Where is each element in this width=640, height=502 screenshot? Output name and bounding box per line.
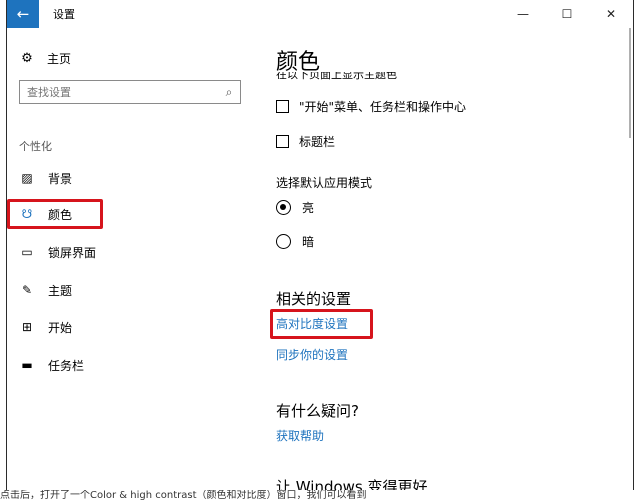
sidebar-item-label: 任务栏	[48, 358, 85, 373]
sidebar-item-label: 主页	[47, 52, 72, 66]
background-window-right-edge	[633, 0, 640, 502]
sync-settings-link[interactable]: 同步你的设置	[276, 346, 348, 363]
sidebar-item-background[interactable]: ▨ 背景	[19, 168, 72, 188]
sidebar-item-label: 开始	[48, 320, 73, 335]
scrollbar-thumb[interactable]	[629, 28, 631, 138]
back-button[interactable]: ←	[7, 0, 39, 28]
search-box: ⌕	[19, 80, 241, 104]
checkbox[interactable]	[276, 100, 289, 113]
questions-heading: 有什么疑问?	[276, 402, 359, 420]
sidebar-item-lock-screen[interactable]: ▭ 锁屏界面	[19, 242, 96, 262]
arrow-left-icon: ←	[16, 5, 30, 23]
sidebar-item-label: 锁屏界面	[48, 245, 97, 260]
app-mode-heading: 选择默认应用模式	[276, 176, 373, 190]
sidebar: ⚙ 主页 ⌕ 个性化 ▨ 背景 ☋ 颜色 ▭ 锁屏界面 ✎ 主题 ⊞ 开始	[7, 28, 255, 490]
sidebar-item-home[interactable]: ⚙ 主页	[19, 50, 71, 67]
radio-button[interactable]	[276, 200, 291, 215]
background-window-left-edge	[0, 0, 7, 502]
checkbox[interactable]	[276, 135, 289, 148]
search-input[interactable]	[20, 84, 218, 100]
scrollbar[interactable]	[623, 28, 633, 490]
close-button[interactable]: ✕	[589, 0, 633, 28]
radio-light[interactable]: 亮	[276, 199, 314, 216]
highlight-annotation-colors	[7, 199, 103, 229]
section-label: 个性化	[19, 140, 52, 153]
search-icon[interactable]: ⌕	[218, 85, 240, 100]
sidebar-item-taskbar[interactable]: ▬ 任务栏	[19, 355, 84, 375]
gear-icon: ⚙	[21, 51, 33, 66]
theme-brush-icon: ✎	[21, 283, 33, 297]
maximize-button[interactable]: ☐	[545, 0, 589, 28]
sidebar-item-start[interactable]: ⊞ 开始	[19, 317, 72, 337]
radio-label: 暗	[302, 235, 315, 249]
taskbar-icon: ▬	[21, 358, 33, 372]
title-bar: ← 设置 — ☐ ✕	[7, 0, 633, 28]
sidebar-item-themes[interactable]: ✎ 主题	[19, 280, 72, 300]
window-controls: — ☐ ✕	[501, 0, 633, 28]
main-content: 颜色 在以下页面上显示主题色 "开始"菜单、任务栏和操作中心 标题栏 选择默认应…	[270, 28, 616, 490]
related-settings-heading: 相关的设置	[276, 290, 352, 308]
window-title: 设置	[53, 8, 75, 21]
settings-window: ← 设置 — ☐ ✕ ⚙ 主页 ⌕ 个性化 ▨ 背景 ☋ 颜色 ▭ 锁屏界面	[7, 0, 633, 490]
radio-dark[interactable]: 暗	[276, 233, 314, 250]
checkbox-label: "开始"菜单、任务栏和操作中心	[299, 100, 467, 114]
accent-surfaces-label: 在以下页面上显示主题色	[276, 72, 397, 80]
picture-icon: ▨	[21, 171, 33, 185]
checkbox-title-bar[interactable]: 标题栏	[276, 133, 335, 150]
minimize-button[interactable]: —	[501, 0, 545, 28]
sidebar-item-label: 主题	[48, 283, 73, 298]
highlight-annotation-high-contrast	[270, 309, 373, 339]
get-help-link[interactable]: 获取帮助	[276, 427, 324, 444]
radio-button[interactable]	[276, 234, 291, 249]
caption-text: 点击后，打开了一个Color & high contrast（颜色和对比度）窗口…	[0, 490, 640, 502]
checkbox-start-taskbar[interactable]: "开始"菜单、任务栏和操作中心	[276, 98, 466, 115]
sidebar-item-label: 背景	[48, 171, 73, 186]
start-grid-icon: ⊞	[21, 320, 33, 334]
improve-windows-heading: 让 Windows 变得更好	[276, 478, 428, 490]
lock-screen-icon: ▭	[21, 245, 33, 259]
radio-label: 亮	[302, 201, 315, 215]
checkbox-label: 标题栏	[299, 135, 336, 149]
